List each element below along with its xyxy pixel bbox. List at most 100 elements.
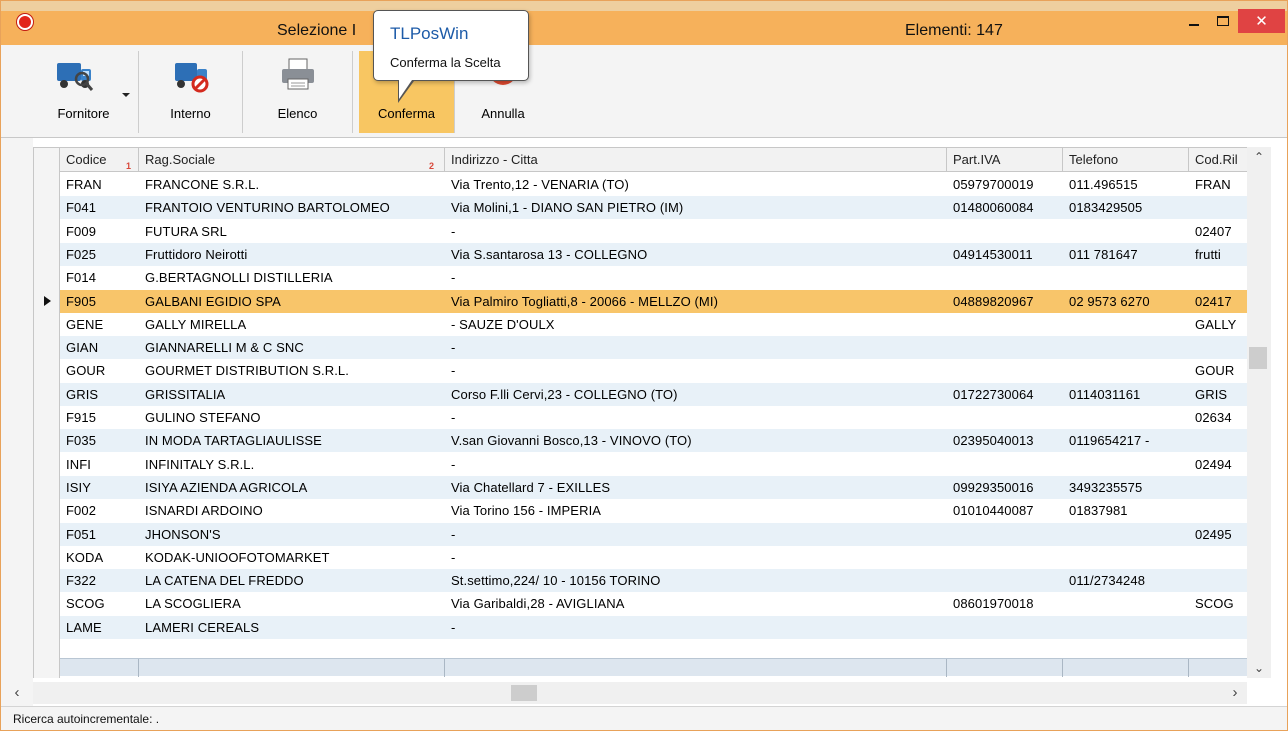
fornitore-button[interactable]: Fornitore [29,51,139,133]
table-row[interactable]: ISIY ISIYA AZIENDA AGRICOLA Via Chatellard… [60,475,1247,499]
toolbar: Fornitore Interno Elenco Conferma Annull… [1,45,1287,138]
cell-codril [1189,546,1247,569]
table-row[interactable]: F905 GALBANI EGIDIO SPA Via Palmiro Toglia… [60,289,1247,313]
minimize-button[interactable] [1179,9,1209,33]
column-header-ragsociale[interactable]: Rag.Sociale 2 [139,148,445,172]
cell-ragsociale: GALBANI EGIDIO SPA [145,293,281,309]
cell-telefono [1063,592,1189,615]
title-bar-strip [1,1,1287,11]
cell-codril [1189,499,1247,522]
cell-partiva: 01010440087 [953,503,1034,519]
cell-codril [1189,616,1247,639]
cell-indirizzo: - [451,270,456,286]
elenco-button[interactable]: Elenco [243,51,353,133]
table-row[interactable]: GRIS GRISSITALIA Corso F.lli Cervi,23 - CO… [60,382,1247,406]
cell-ragsociale: G.BERTAGNOLLI DISTILLERIA [145,270,333,286]
cell-telefono: 0183429505 [1069,200,1143,216]
cell-partiva [947,616,1063,639]
vertical-scroll-thumb[interactable] [1249,347,1267,369]
column-header-telefono[interactable]: Telefono [1063,148,1189,172]
cell-ragsociale: LA CATENA DEL FREDDO [145,573,304,589]
app-icon[interactable] [17,14,33,30]
cell-ragsociale: GALLY MIRELLA [145,316,247,332]
cell-ragsociale: IN MODA TARTAGLIAULISSE [145,433,322,449]
column-header-partiva[interactable]: Part.IVA [947,148,1063,172]
scroll-down-icon[interactable]: ⌄ [1247,658,1271,678]
cell-indirizzo: - [451,619,456,635]
table-row[interactable]: FRAN FRANCONE S.R.L. Via Trento,12 - VENAR… [60,173,1247,196]
cell-codril: 02417 [1195,293,1232,309]
cell-telefono [1063,546,1189,569]
table-row[interactable]: F014 G.BERTAGNOLLI DISTILLERIA - [60,266,1247,289]
suppliers-grid[interactable]: Codice 1 Rag.Sociale 2 Indirizzo - Citta P… [33,147,1247,678]
table-row[interactable]: F915 GULINO STEFANO - 02634 [60,406,1247,429]
table-row[interactable]: SCOG LA SCOGLIERA Via Garibaldi,28 - AVIGL… [60,592,1247,615]
close-button[interactable]: ✕ [1238,9,1285,33]
scroll-left-icon[interactable]: ‹ [7,682,27,704]
table-row[interactable]: INFI INFINITALY S.R.L. - 02494 [60,453,1247,476]
cell-ragsociale: INFINITALY S.R.L. [145,456,255,472]
cell-telefono: 01837981 [1069,503,1128,519]
cell-codice: INFI [66,456,91,472]
cell-ragsociale: FRANTOIO VENTURINO BARTOLOMEO [145,200,390,216]
fornitore-dropdown-arrow[interactable] [122,93,130,97]
cell-codice: KODA [66,549,104,565]
cell-telefono: 0119654217 - [1069,433,1150,449]
cell-ragsociale: LA SCOGLIERA [145,596,241,612]
table-row[interactable]: GOUR GOURMET DISTRIBUTION S.R.L. - GOUR [60,359,1247,382]
table-row[interactable]: F009 FUTURA SRL - 02407 [60,220,1247,243]
cell-indirizzo: - [451,223,456,239]
cell-codice: FRAN [66,177,102,192]
column-header-codice[interactable]: Codice 1 [60,148,139,172]
maximize-button[interactable] [1208,9,1238,33]
table-row[interactable]: F051 JHONSON'S - 02495 [60,522,1247,546]
printer-icon [281,58,314,90]
cell-codril [1189,429,1247,452]
cell-codril [1189,196,1247,219]
cell-partiva: 04889820967 [953,293,1034,309]
cell-ragsociale: ISNARDI ARDOINO [145,503,263,519]
table-row[interactable]: F322 LA CATENA DEL FREDDO St.settimo,224/ … [60,569,1247,593]
cell-partiva: 02395040013 [953,433,1034,449]
scroll-up-icon[interactable]: ⌃ [1247,147,1271,167]
conferma-tooltip: TLPosWin Conferma la Scelta [373,10,529,103]
cell-indirizzo: - [451,549,456,565]
cell-ragsociale: LAMERI CEREALS [145,619,260,635]
cell-indirizzo: - [451,363,456,379]
cell-codril [1189,336,1247,359]
table-row[interactable]: F035 IN MODA TARTAGLIAULISSE V.san Giovann… [60,429,1247,453]
table-row[interactable]: F002 ISNARDI ARDOINO Via Torino 156 - IMPE… [60,499,1247,522]
horizontal-scroll-thumb[interactable] [511,685,537,701]
vertical-scrollbar[interactable]: ⌃ ⌄ [1247,147,1271,678]
table-row[interactable]: GIAN GIANNARELLI M & C SNC - [60,336,1247,360]
table-row[interactable]: LAME LAMERI CEREALS - [60,615,1247,639]
table-row[interactable]: KODA KODAK-UNIOOFOTOMARKET - [60,546,1247,569]
cell-ragsociale: GIANNARELLI M & C SNC [145,340,304,356]
cell-partiva: 05979700019 [953,177,1034,192]
cell-codice: GENE [66,316,104,332]
column-header-indirizzo[interactable]: Indirizzo - Citta [445,148,947,172]
column-header-codril[interactable]: Cod.Ril [1189,148,1247,172]
tooltip-body: Conferma la Scelta [390,55,501,70]
cell-partiva [947,453,1063,476]
cell-codril: 02494 [1195,456,1232,472]
cell-codril: GRIS [1195,386,1228,402]
grid-header: Codice 1 Rag.Sociale 2 Indirizzo - Citta P… [60,148,1247,172]
cell-codice: F035 [66,433,97,449]
table-row[interactable]: GENE GALLY MIRELLA - SAUZE D'OULX GALLY [60,313,1247,336]
title-bar[interactable]: Selezione I Elementi: 147 ✕ [1,1,1287,45]
cell-indirizzo: - [451,410,456,425]
cell-ragsociale: KODAK-UNIOOFOTOMARKET [145,549,330,565]
horizontal-scrollbar[interactable]: ‹ › [15,682,1247,704]
table-row[interactable]: F041 FRANTOIO VENTURINO BARTOLOMEO Via Mol… [60,196,1247,220]
status-bar: Ricerca autoincrementale: . [1,706,1287,730]
cell-telefono: 011/2734248 [1069,573,1146,589]
table-row[interactable]: F025 Fruttidoro Neirotti Via S.santarosa 1… [60,242,1247,266]
scroll-right-icon[interactable]: › [1225,682,1245,704]
cell-telefono [1063,220,1189,243]
cell-codril: GOUR [1195,363,1235,379]
cell-codice: F322 [66,573,97,589]
interno-button[interactable]: Interno [139,51,243,133]
cell-telefono [1063,616,1189,639]
cell-indirizzo: Via Palmiro Togliatti,8 - 20066 - MELLZO… [451,293,719,309]
